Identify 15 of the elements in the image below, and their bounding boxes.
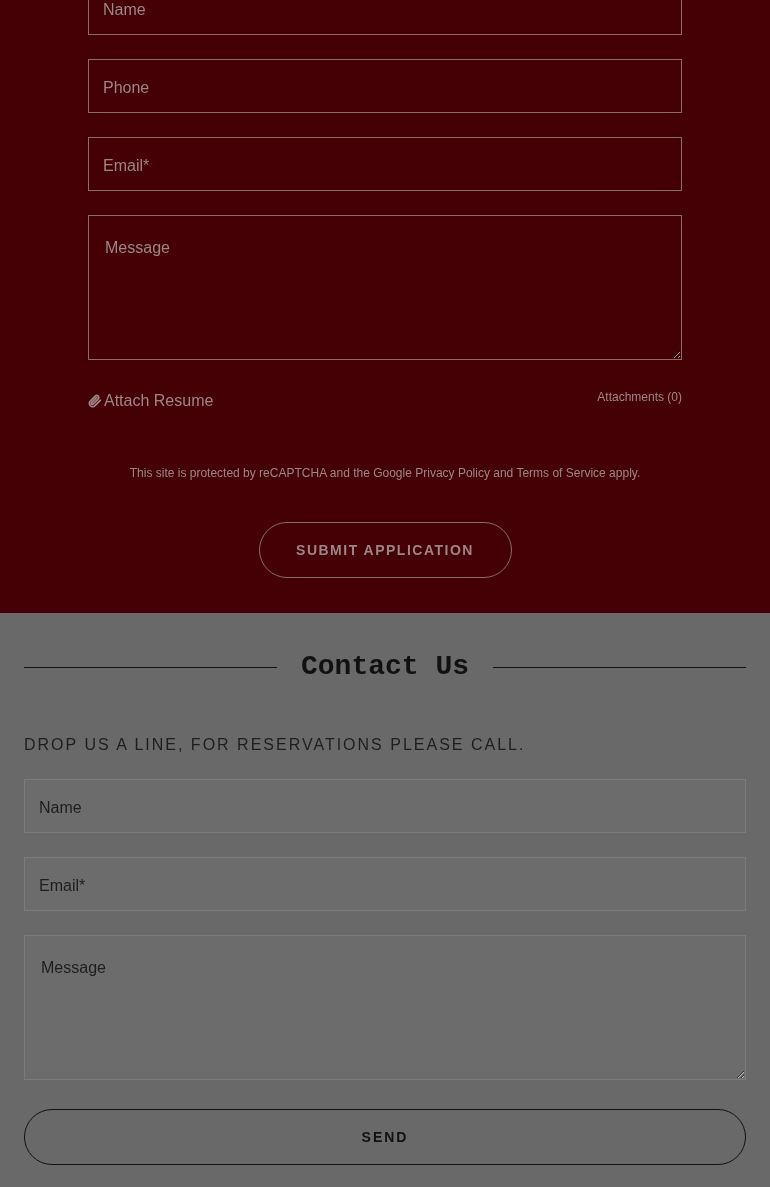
recaptcha-notice: This site is protected by reCAPTCHA and the Google Privacy Policy and Terms of Service apply. [128, 465, 642, 481]
message-field[interactable]: Message [88, 215, 682, 360]
section-subtitle: DROP US A LINE, FOR RESERVATIONS PLEASE CALL. [24, 735, 527, 755]
text-field[interactable]: Name [88, 0, 682, 35]
paperclip-icon [88, 394, 102, 408]
terms-link[interactable]: Terms of Service [516, 466, 606, 480]
attachments-count: Attachments (0) [597, 389, 682, 405]
message-field[interactable]: Message [24, 935, 746, 1080]
text-field[interactable]: Email* [24, 857, 746, 911]
privacy-policy-link[interactable]: Privacy Policy [415, 466, 490, 480]
attach-resume-button[interactable]: Attach Resume [88, 389, 214, 413]
text-field[interactable]: Phone [88, 59, 682, 113]
text-field[interactable]: Name [24, 779, 746, 833]
text-field[interactable]: Email* [88, 137, 682, 191]
section-title: Contact Us [301, 653, 469, 681]
